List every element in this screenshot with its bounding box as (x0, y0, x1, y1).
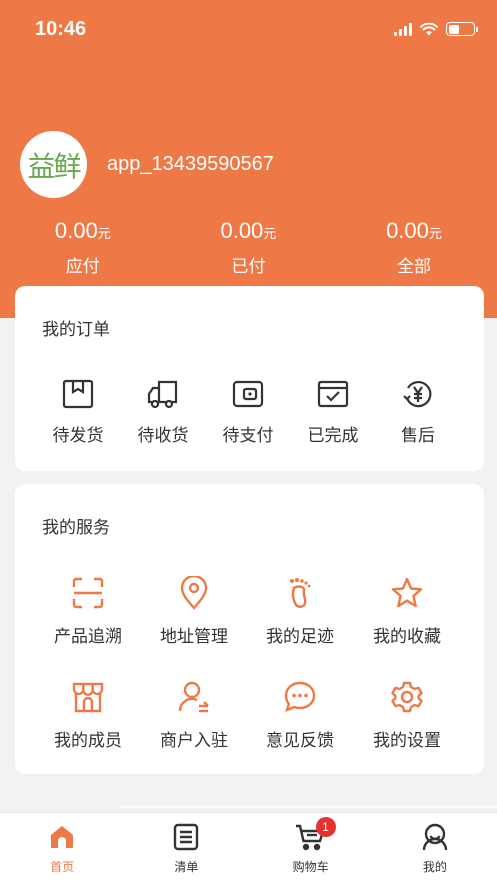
service-label: 产品追溯 (54, 627, 122, 647)
nav-label: 首页 (50, 860, 75, 874)
service-label: 我的设置 (373, 731, 441, 751)
order-completed[interactable]: 已完成 (288, 379, 378, 446)
service-label: 我的收藏 (373, 627, 441, 647)
service-favorites[interactable]: 我的收藏 (362, 576, 452, 647)
service-label: 商户入驻 (160, 731, 228, 751)
footprint-icon (290, 578, 311, 608)
nav-label: 清单 (174, 860, 199, 874)
balance-paid[interactable]: 0.00元 已付 (166, 218, 332, 277)
cart-badge: 1 (315, 817, 336, 837)
nav-home[interactable]: 首页 (0, 813, 124, 883)
balance-payable[interactable]: 0.00元 应付 (0, 218, 166, 277)
balance-unit: 元 (428, 227, 442, 242)
avatar[interactable]: 益鲜 (20, 131, 87, 198)
status-icons (394, 22, 478, 36)
gear-icon (391, 681, 423, 713)
nav-list[interactable]: 清单 (124, 813, 248, 883)
order-label: 售后 (401, 426, 435, 446)
orders-card: 我的订单 待发货 待收货 待支付 已完成 售后 (15, 286, 484, 471)
bottom-nav: 首页 清单 1 购物车 我的 (0, 812, 497, 883)
completed-box-icon (317, 380, 349, 408)
status-bar: 10:46 (0, 0, 497, 60)
service-label: 我的足迹 (266, 627, 334, 647)
balance-unit: 元 (97, 227, 111, 242)
balance-label: 已付 (231, 257, 266, 277)
service-settings[interactable]: 我的设置 (362, 680, 452, 751)
service-footprint[interactable]: 我的足迹 (255, 576, 345, 647)
service-members[interactable]: 我的成员 (43, 680, 133, 751)
package-icon (62, 379, 94, 409)
order-label: 已完成 (307, 426, 359, 446)
order-pending-payment[interactable]: 待支付 (203, 379, 293, 446)
username: app_13439590567 (107, 153, 274, 175)
nav-label: 我的 (422, 860, 447, 874)
status-time: 10:46 (35, 18, 87, 40)
truck-icon (147, 380, 178, 409)
service-product-trace[interactable]: 产品追溯 (43, 576, 133, 647)
order-pending-shipment[interactable]: 待发货 (33, 379, 123, 446)
balance-amount: 0.00 (54, 218, 98, 243)
star-icon (391, 577, 423, 608)
balance-unit: 元 (263, 227, 277, 242)
order-label: 待收货 (137, 426, 189, 446)
balance-amount: 0.00 (386, 218, 429, 243)
order-label: 待支付 (222, 426, 274, 446)
service-label: 地址管理 (160, 627, 228, 647)
yen-refund-icon (403, 381, 432, 408)
battery-icon (446, 22, 478, 36)
services-card: 我的服务 产品追溯 地址管理 我的足迹 我的收藏 我的成员 商户入驻 意见反馈 … (15, 484, 484, 774)
nav-label: 购物车 (292, 860, 329, 874)
wifi-icon (420, 22, 438, 35)
nav-mine[interactable]: 我的 (373, 813, 497, 883)
balance-amount: 0.00 (220, 218, 264, 243)
wallet-icon (232, 380, 264, 408)
content-bottom-line (120, 806, 497, 808)
service-label: 意见反馈 (266, 731, 334, 751)
merchant-user-icon (178, 681, 209, 713)
order-after-sales[interactable]: 售后 (373, 379, 463, 446)
service-merchant-join[interactable]: 商户入驻 (149, 680, 239, 751)
balance-summary: 0.00元 应付 0.00元 已付 0.00元 全部 (0, 218, 497, 277)
order-pending-receipt[interactable]: 待收货 (118, 379, 208, 446)
service-address[interactable]: 地址管理 (149, 576, 239, 647)
chat-bubble-icon (284, 681, 316, 713)
service-feedback[interactable]: 意见反馈 (255, 680, 345, 751)
balance-label: 全部 (396, 257, 431, 277)
home-icon (51, 826, 74, 848)
location-pin-icon (180, 576, 208, 610)
service-label: 我的成员 (54, 731, 122, 751)
balance-total[interactable]: 0.00元 全部 (331, 218, 497, 277)
orders-title: 我的订单 (42, 320, 110, 340)
nav-cart[interactable]: 1 购物车 (249, 813, 373, 883)
scan-icon (72, 577, 104, 609)
user-icon (422, 823, 448, 851)
store-icon (72, 682, 104, 713)
order-label: 待发货 (52, 426, 104, 446)
list-icon (174, 823, 199, 851)
signal-icon (394, 22, 412, 36)
balance-label: 应付 (65, 257, 100, 277)
services-title: 我的服务 (42, 518, 110, 538)
profile-section[interactable]: 益鲜 app_13439590567 (20, 131, 274, 198)
